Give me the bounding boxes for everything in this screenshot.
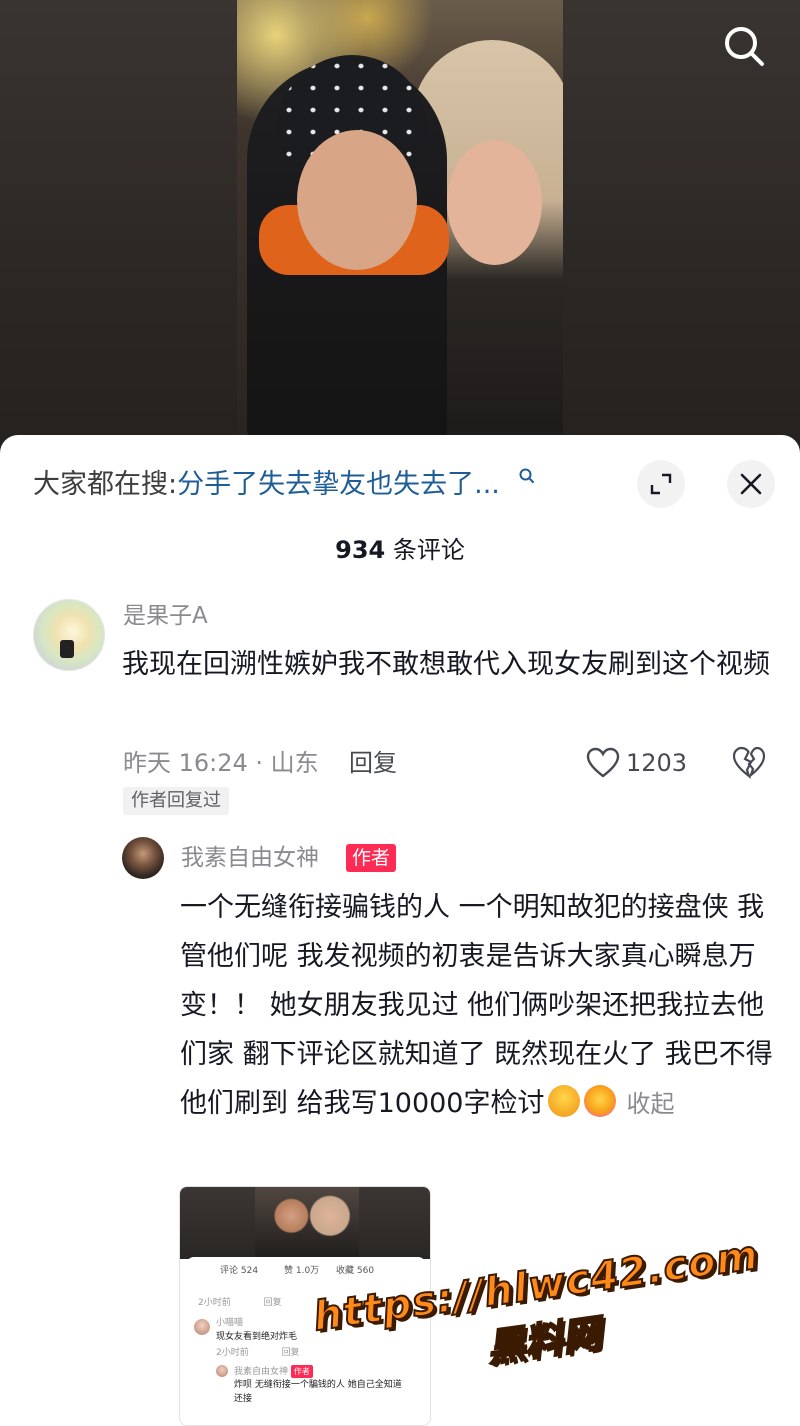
- thumbnail-avatar: [216, 1365, 228, 1377]
- comment-text: 我现在回溯性嫉妒我不敢想敢代入现女友刷到这个视频: [122, 649, 770, 680]
- comment-username[interactable]: 是果子A: [123, 601, 208, 631]
- expand-icon: [650, 473, 672, 495]
- video-player[interactable]: [0, 0, 800, 460]
- thumbnail-tab-likes: 赞 1.0万: [284, 1266, 320, 1276]
- avatar[interactable]: [33, 599, 105, 671]
- thumbnail-row-time: 2小时前: [216, 1348, 249, 1358]
- thumbnail-tabs: 评论 524 赞 1.0万 收藏 560: [186, 1265, 426, 1279]
- collapse-button[interactable]: 收起: [626, 1090, 674, 1118]
- comment-count-label: 条评论: [385, 536, 465, 564]
- reply-username[interactable]: 我素自由女神: [181, 843, 319, 873]
- thumbnail-tab-comments: 评论 524: [220, 1266, 259, 1276]
- reply-button[interactable]: 回复: [349, 746, 397, 780]
- trending-search-bar[interactable]: 大家都在搜:分手了失去挚友也失去了...: [33, 465, 536, 505]
- heart-icon: [586, 747, 620, 778]
- thumbnail-username: 小喵喵: [216, 1318, 244, 1328]
- money-bag-emoji-icon: [548, 1085, 581, 1117]
- thumbnail-row-meta: 2小时前 回复: [198, 1297, 282, 1310]
- thumbnail-author-badge: 作者: [290, 1365, 313, 1378]
- comment-count: 934 条评论: [0, 535, 800, 565]
- thumbnail-reply-user: 我素自由女神 作者: [234, 1365, 313, 1379]
- dislike-icon[interactable]: [732, 745, 766, 779]
- author-badge: 作者: [346, 844, 397, 872]
- search-icon: [519, 468, 535, 483]
- photo-face-right: [447, 140, 542, 265]
- avatar[interactable]: [122, 837, 164, 879]
- reply-text: 一个无缝衔接骗钱的人 一个明知故犯的接盘侠 我管他们呢 我发视频的初衷是告诉大家…: [180, 883, 780, 1129]
- thumbnail-tab-favs: 收藏 560: [336, 1266, 375, 1276]
- comment-count-number: 934: [335, 536, 386, 564]
- thumbnail-row-reply: 回复: [263, 1298, 282, 1308]
- trending-search-query[interactable]: 分手了失去挚友也失去了...: [177, 469, 500, 500]
- close-icon: [740, 473, 762, 495]
- thumbnail-row-time: 2小时前: [198, 1298, 231, 1308]
- thumbnail-row-meta: 2小时前 回复: [216, 1347, 300, 1360]
- close-button[interactable]: [727, 460, 775, 508]
- video-frame: [237, 0, 563, 440]
- comment-meta: 昨天 16:24 · 山东 回复: [123, 746, 397, 780]
- author-replied-tag: 作者回复过: [123, 787, 229, 815]
- like-count: 1203: [626, 749, 688, 777]
- thumbnail-avatar: [194, 1319, 210, 1335]
- thumbnail-video: [180, 1187, 430, 1259]
- thumbnail-comment-text: 现女友看到绝对炸毛: [216, 1332, 298, 1342]
- hug-emoji-icon: [584, 1085, 617, 1117]
- reply-text-body: 一个无缝衔接骗钱的人 一个明知故犯的接盘侠 我管他们呢 我发视频的初衷是告诉大家…: [180, 892, 773, 1119]
- expand-button[interactable]: [637, 460, 685, 508]
- thumbnail-reply-username: 我素自由女神: [234, 1367, 289, 1377]
- thumbnail-row-reply: 回复: [281, 1348, 300, 1358]
- photo-face-left: [297, 130, 417, 270]
- comment-timestamp-location: 昨天 16:24 · 山东: [123, 749, 319, 777]
- like-button[interactable]: 1203: [586, 743, 687, 783]
- search-icon[interactable]: [722, 24, 766, 68]
- thumbnail-reply-text: 还接: [234, 1394, 253, 1404]
- trending-search-prefix: 大家都在搜:: [33, 469, 178, 500]
